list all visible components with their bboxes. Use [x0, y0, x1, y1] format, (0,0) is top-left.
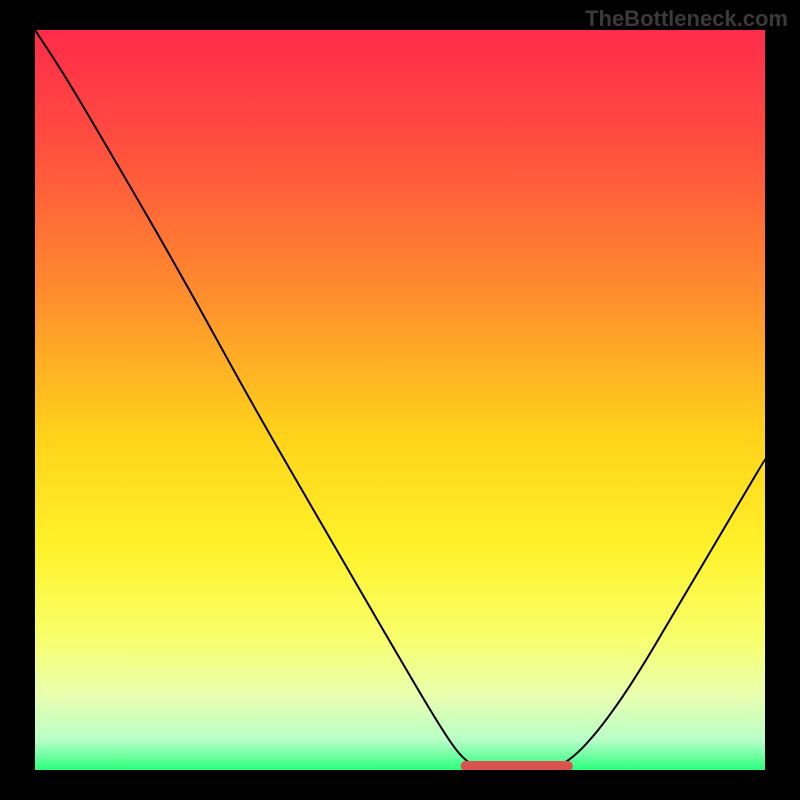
watermark-text: TheBottleneck.com — [585, 6, 788, 32]
bottleneck-curve — [35, 30, 765, 770]
curve-overlay — [35, 30, 765, 770]
plot-area — [35, 30, 765, 770]
chart-container: TheBottleneck.com — [0, 0, 800, 800]
